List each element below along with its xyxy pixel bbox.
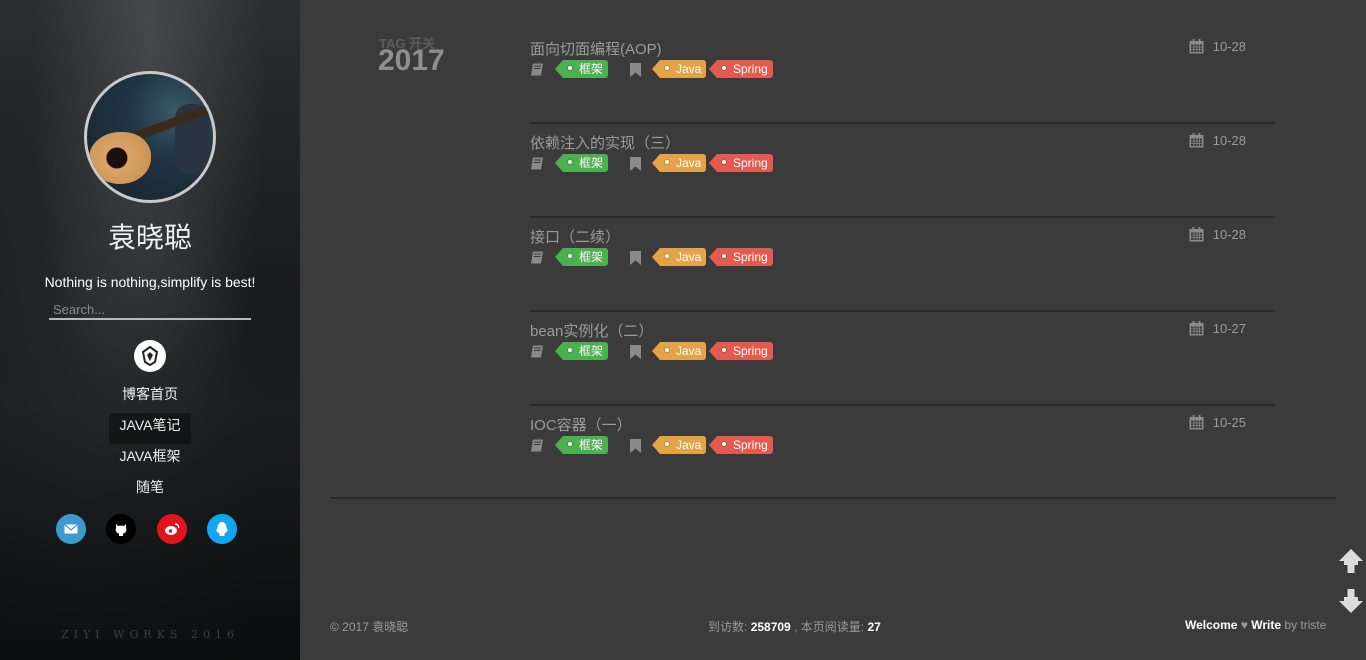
tag-java[interactable]: Java: [651, 342, 707, 360]
calendar-icon: [1189, 227, 1204, 242]
footer-copyright: © 2017 袁晓聪: [330, 620, 409, 634]
post-date: 10-28: [1189, 133, 1246, 148]
post-item: IOC容器（一） 10-25 框架 Java Spring: [530, 406, 1275, 500]
footer-stats: 到访数: 258709 , 本页阅读量: 27: [708, 620, 881, 634]
author-motto: Nothing is nothing,simplify is best!: [44, 274, 256, 290]
calendar-icon: [1189, 415, 1204, 430]
weibo-icon[interactable]: [157, 514, 187, 544]
scroll-up-icon[interactable]: [1337, 547, 1365, 575]
year-heading: 2017: [378, 44, 445, 77]
tag-java[interactable]: Java: [651, 60, 707, 78]
tag-spring[interactable]: Spring: [709, 60, 773, 78]
tag-spring[interactable]: Spring: [709, 342, 773, 360]
calendar-icon: [1189, 321, 1204, 336]
category-tag[interactable]: 框架: [554, 60, 609, 78]
category-tag[interactable]: 框架: [554, 248, 609, 266]
search-input[interactable]: [49, 300, 251, 320]
post-item: 面向切面编程(AOP) 10-28 框架 Java Spring: [530, 30, 1275, 124]
footer-credit: Welcome ♥ Write by triste: [1185, 618, 1327, 632]
author-name: 袁晓聪: [107, 221, 192, 254]
tag-spring[interactable]: Spring: [709, 436, 773, 454]
post-title[interactable]: 依赖注入的实现（三）: [530, 132, 680, 153]
post-date: 10-28: [1189, 39, 1246, 54]
tag-java[interactable]: Java: [651, 248, 707, 266]
github-icon[interactable]: [106, 514, 136, 544]
tag-java[interactable]: Java: [651, 436, 707, 454]
category-tag[interactable]: 框架: [554, 436, 609, 454]
book-icon: [531, 251, 543, 264]
post-title[interactable]: IOC容器（一）: [530, 414, 632, 435]
background-watermark: ZIYI WORKS 2016: [61, 628, 239, 641]
sidebar: 袁晓聪 Nothing is nothing,simplify is best!…: [0, 0, 300, 660]
post-date: 10-28: [1189, 227, 1246, 242]
post-item: 依赖注入的实现（三） 10-28 框架 Java Spring: [530, 124, 1275, 218]
nav-item-home[interactable]: 博客首页: [109, 382, 191, 413]
write-link[interactable]: Write: [1251, 618, 1281, 632]
scroll-down-icon[interactable]: [1337, 587, 1365, 615]
post-meta: 框架 Java Spring: [530, 247, 830, 267]
category-tag[interactable]: 框架: [554, 342, 609, 360]
mail-icon[interactable]: [56, 514, 86, 544]
qq-icon[interactable]: [207, 514, 237, 544]
post-item: 接口（二续） 10-28 框架 Java Spring: [530, 218, 1275, 312]
bookmark-icon: [630, 251, 641, 265]
tag-java[interactable]: Java: [651, 154, 707, 172]
heart-icon: ♥: [1240, 618, 1248, 632]
visit-count: 258709: [750, 620, 791, 634]
book-icon: [531, 345, 543, 358]
post-title[interactable]: 接口（二续）: [530, 226, 620, 247]
site-logo-icon[interactable]: [134, 340, 166, 372]
nav-item-java-frameworks[interactable]: JAVA框架: [109, 444, 191, 475]
post-meta: 框架 Java Spring: [530, 153, 830, 173]
calendar-icon: [1189, 133, 1204, 148]
post-title[interactable]: bean实例化（二）: [530, 320, 653, 341]
book-icon: [531, 63, 543, 76]
nav-item-java-notes[interactable]: JAVA笔记: [109, 413, 191, 444]
post-date: 10-27: [1189, 321, 1246, 336]
category-tag[interactable]: 框架: [554, 154, 609, 172]
bookmark-icon: [630, 157, 641, 171]
tag-spring[interactable]: Spring: [709, 154, 773, 172]
post-meta: 框架 Java Spring: [530, 435, 830, 455]
main-content: TAG 开关 2017 面向切面编程(AOP) 10-28 框架 Java Sp…: [300, 0, 1366, 660]
bookmark-icon: [630, 345, 641, 359]
post-meta: 框架 Java Spring: [530, 341, 830, 361]
sidebar-nav: 博客首页 JAVA笔记 JAVA框架 随笔: [0, 382, 300, 506]
social-links: [0, 514, 300, 544]
bookmark-icon: [630, 439, 641, 453]
book-icon: [531, 439, 543, 452]
avatar[interactable]: [84, 71, 216, 203]
calendar-icon: [1189, 39, 1204, 54]
read-count: 27: [867, 620, 881, 634]
book-icon: [531, 157, 543, 170]
welcome-link[interactable]: Welcome: [1185, 618, 1237, 632]
nav-item-essays[interactable]: 随笔: [109, 475, 191, 506]
list-divider: [330, 497, 1336, 499]
post-item: bean实例化（二） 10-27 框架 Java Spring: [530, 312, 1275, 406]
post-title[interactable]: 面向切面编程(AOP): [530, 38, 662, 59]
bookmark-icon: [630, 63, 641, 77]
post-meta: 框架 Java Spring: [530, 59, 830, 79]
tag-spring[interactable]: Spring: [709, 248, 773, 266]
post-date: 10-25: [1189, 415, 1246, 430]
